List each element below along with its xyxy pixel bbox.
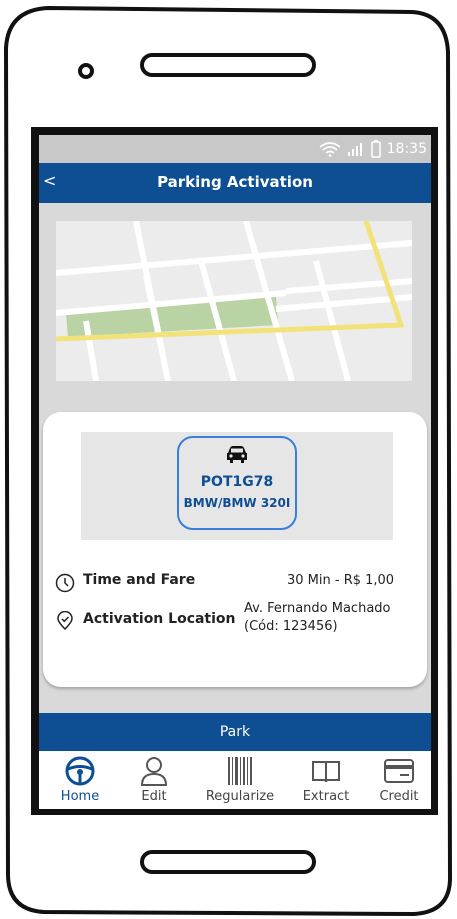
status-time: 18:35 — [386, 141, 427, 157]
nav-label-regularize: Regularize — [205, 789, 275, 804]
barcode-icon — [228, 757, 252, 785]
map-view[interactable] — [56, 221, 412, 381]
map-drawing — [56, 221, 412, 381]
app-screen: 18:35 < Parking Activation POT1G78 BMW/B… — [39, 135, 431, 809]
book-icon — [312, 761, 340, 783]
nav-label-extract: Extract — [302, 789, 350, 804]
nav-item-extract[interactable]: Extract — [291, 751, 361, 809]
wifi-icon — [319, 142, 341, 157]
app-header: < Parking Activation — [39, 163, 431, 203]
steering-wheel-icon — [65, 756, 95, 786]
vehicle-model: BMW/BMW 320I — [183, 496, 291, 510]
bottom-nav: Home Edit Regularize Extract Credit — [39, 751, 431, 809]
credit-card-icon — [384, 759, 414, 783]
nav-item-home[interactable]: Home — [45, 751, 115, 809]
nav-item-credit[interactable]: Credit — [369, 751, 429, 809]
nav-label-edit: Edit — [141, 789, 167, 804]
vehicle-badge[interactable]: POT1G78 BMW/BMW 320I — [177, 436, 297, 530]
vehicle-area: POT1G78 BMW/BMW 320I — [81, 432, 393, 540]
clock-icon — [55, 573, 75, 593]
nav-label-home: Home — [60, 789, 100, 804]
user-icon — [140, 757, 168, 786]
parking-details-card: POT1G78 BMW/BMW 320I Time and Fare 30 Mi… — [43, 412, 427, 687]
park-button[interactable]: Park — [39, 713, 431, 751]
page-title: Parking Activation — [157, 173, 313, 191]
nav-item-edit[interactable]: Edit — [121, 751, 187, 809]
signal-icon — [347, 143, 362, 156]
license-plate: POT1G78 — [200, 474, 274, 490]
location-code: (Cód: 123456) — [244, 619, 338, 634]
location-pin-icon — [57, 611, 73, 631]
nav-item-regularize[interactable]: Regularize — [197, 751, 283, 809]
status-bar: 18:35 — [39, 135, 431, 163]
battery-icon — [370, 140, 381, 158]
nav-label-credit: Credit — [379, 789, 419, 804]
time-fare-label: Time and Fare — [83, 572, 196, 588]
location-address: Av. Fernando Machado — [244, 601, 391, 616]
activation-location-label: Activation Location — [83, 611, 236, 627]
time-fare-value: 30 Min - R$ 1,00 — [287, 573, 395, 588]
car-icon — [227, 446, 247, 463]
